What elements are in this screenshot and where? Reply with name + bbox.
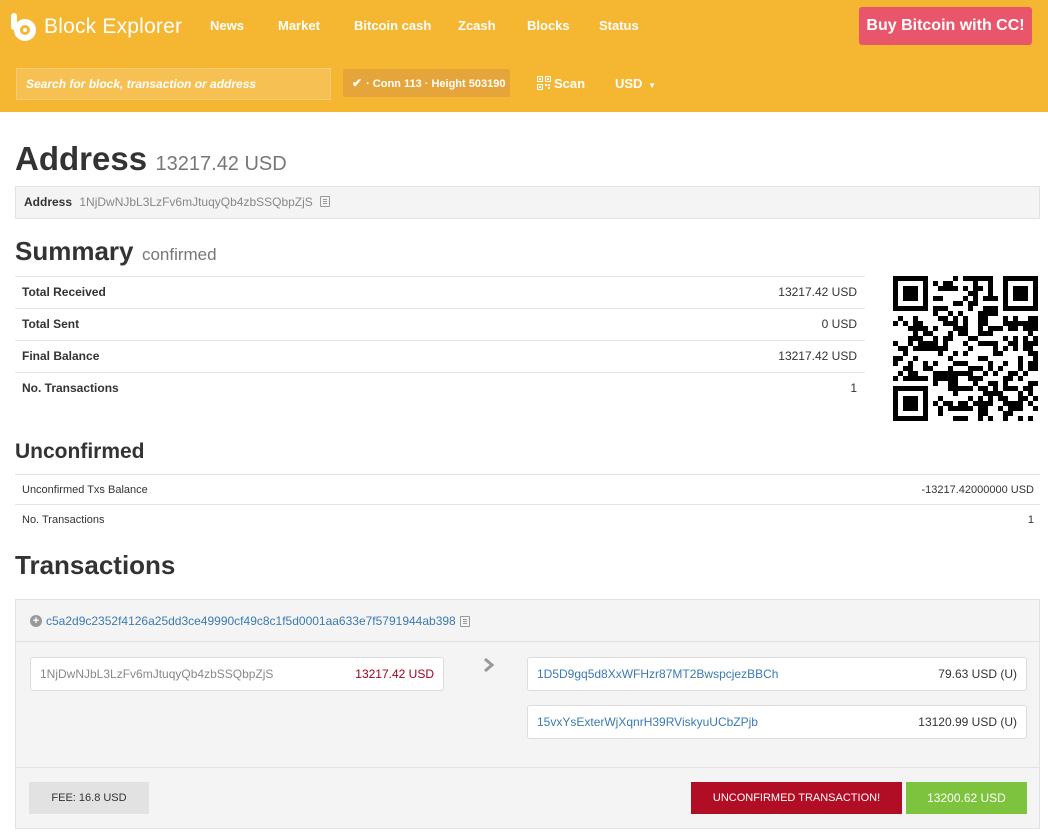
connection-status[interactable]: ✔ · Conn 113 · Height 503190 xyxy=(343,69,510,97)
summary-heading: Summary confirmed xyxy=(15,236,217,267)
check-icon: ✔ xyxy=(352,76,363,90)
summary-value: 13217.42 USD xyxy=(778,349,857,363)
summary-label: Final Balance xyxy=(22,349,100,363)
chevron-right-icon xyxy=(482,657,496,673)
copy-icon[interactable] xyxy=(459,615,470,627)
address-qr-code xyxy=(893,276,1038,421)
logo-text: Block Explorer xyxy=(44,15,183,38)
transaction-output: 15vxYsExterWjXqnrH39RViskyuUCbZPjb 13120… xyxy=(527,705,1027,739)
summary-row-final-balance: Final Balance 13217.42 USD xyxy=(15,340,865,372)
divider xyxy=(16,641,1039,642)
fee-badge: FEE: 16.8 USD xyxy=(29,782,149,814)
summary-label: Total Sent xyxy=(22,317,80,331)
summary-row-total-sent: Total Sent 0 USD xyxy=(15,308,865,340)
copy-icon[interactable] xyxy=(320,196,331,207)
transaction-header: + c5a2d9c2352f4126a25dd3ce49990cf49c8c1f… xyxy=(30,614,470,628)
summary-row-no-transactions: No. Transactions 1 xyxy=(15,372,865,404)
page-title-text: Address xyxy=(15,140,148,177)
caret-down-icon: ▼ xyxy=(648,81,656,90)
summary-value: 0 USD xyxy=(821,317,857,331)
summary-row-total-received: Total Received 13217.42 USD xyxy=(15,276,865,308)
unconfirmed-label: Unconfirmed Txs Balance xyxy=(22,484,148,496)
output-address[interactable]: 1D5D9gq5d8XxWFHzr87MT2BwspcjezBBCh xyxy=(537,658,778,690)
transactions-title: Transactions xyxy=(15,550,176,580)
transaction-output: 1D5D9gq5d8XxWFHzr87MT2BwspcjezBBCh 79.63… xyxy=(527,657,1027,691)
output-amount: 79.63 USD (U) xyxy=(938,667,1017,681)
scan-button[interactable]: Scan xyxy=(537,75,585,91)
currency-dropdown[interactable]: USD ▼ xyxy=(615,76,656,91)
search-input[interactable] xyxy=(16,68,331,100)
unconfirmed-heading: Unconfirmed xyxy=(15,440,145,464)
page-title: Address 13217.42 USD xyxy=(15,140,287,178)
summary-value: 1 xyxy=(850,381,857,395)
address-label: Address xyxy=(24,195,73,209)
transaction-id-link[interactable]: c5a2d9c2352f4126a25dd3ce49990cf49c8c1f5d… xyxy=(46,614,456,628)
transaction-input: 1NjDwNJbL3LzFv6mJtuqyQb4zbSSQbpZjS 13217… xyxy=(30,657,444,691)
nav-item-zcash[interactable]: Zcash xyxy=(458,18,496,33)
expand-plus-icon[interactable]: + xyxy=(30,615,42,627)
summary-subtitle: confirmed xyxy=(141,245,217,264)
summary-label: No. Transactions xyxy=(22,381,119,395)
transactions-heading: Transactions xyxy=(15,550,175,581)
address-value[interactable]: 1NjDwNJbL3LzFv6mJtuqyQb4zbSSQbpZjS xyxy=(79,195,312,209)
connection-status-text: · Conn 113 · Height 503190 xyxy=(366,78,506,90)
qr-scan-icon xyxy=(537,76,551,90)
summary-value: 13217.42 USD xyxy=(778,285,857,299)
nav-item-blocks[interactable]: Blocks xyxy=(527,18,570,33)
input-address[interactable]: 1NjDwNJbL3LzFv6mJtuqyQb4zbSSQbpZjS xyxy=(40,658,273,690)
address-balance: 13217.42 USD xyxy=(155,153,287,175)
unconfirmed-row-no-transactions: No. Transactions 1 xyxy=(15,504,1040,534)
output-amount: 13120.99 USD (U) xyxy=(918,715,1017,729)
input-amount: 13217.42 USD xyxy=(355,667,434,681)
transaction-card: + c5a2d9c2352f4126a25dd3ce49990cf49c8c1f… xyxy=(15,599,1040,829)
currency-label: USD xyxy=(615,76,643,91)
top-header: Block Explorer News Market Bitcoin cash … xyxy=(0,0,1048,112)
buy-bitcoin-button[interactable]: Buy Bitcoin with CC! xyxy=(859,7,1032,45)
scan-label: Scan xyxy=(554,75,586,91)
unconfirmed-row-balance: Unconfirmed Txs Balance -13217.42000000 … xyxy=(15,474,1040,504)
divider xyxy=(16,767,1039,768)
block-explorer-logo-icon xyxy=(11,13,36,41)
transaction-total-button[interactable]: 13200.62 USD xyxy=(906,782,1027,814)
summary-table: Total Received 13217.42 USD Total Sent 0… xyxy=(15,276,865,404)
unconfirmed-value: 1 xyxy=(1027,514,1034,526)
nav-item-bitcoin-cash[interactable]: Bitcoin cash xyxy=(354,18,431,33)
unconfirmed-title: Unconfirmed xyxy=(15,440,145,463)
address-box: Address 1NjDwNJbL3LzFv6mJtuqyQb4zbSSQbpZ… xyxy=(15,186,1040,219)
unconfirmed-label: No. Transactions xyxy=(22,514,105,526)
unconfirmed-value: -13217.42000000 USD xyxy=(921,484,1034,496)
logo[interactable]: Block Explorer xyxy=(8,10,182,44)
summary-title: Summary xyxy=(15,236,134,266)
nav-item-status[interactable]: Status xyxy=(599,18,639,33)
nav-item-market[interactable]: Market xyxy=(278,18,320,33)
unconfirmed-table: Unconfirmed Txs Balance -13217.42000000 … xyxy=(15,474,1040,534)
unconfirmed-status-button[interactable]: UNCONFIRMED TRANSACTION! xyxy=(691,782,902,814)
summary-label: Total Received xyxy=(22,285,106,299)
output-address[interactable]: 15vxYsExterWjXqnrH39RViskyuUCbZPjb xyxy=(537,706,758,738)
nav-item-news[interactable]: News xyxy=(210,18,244,33)
